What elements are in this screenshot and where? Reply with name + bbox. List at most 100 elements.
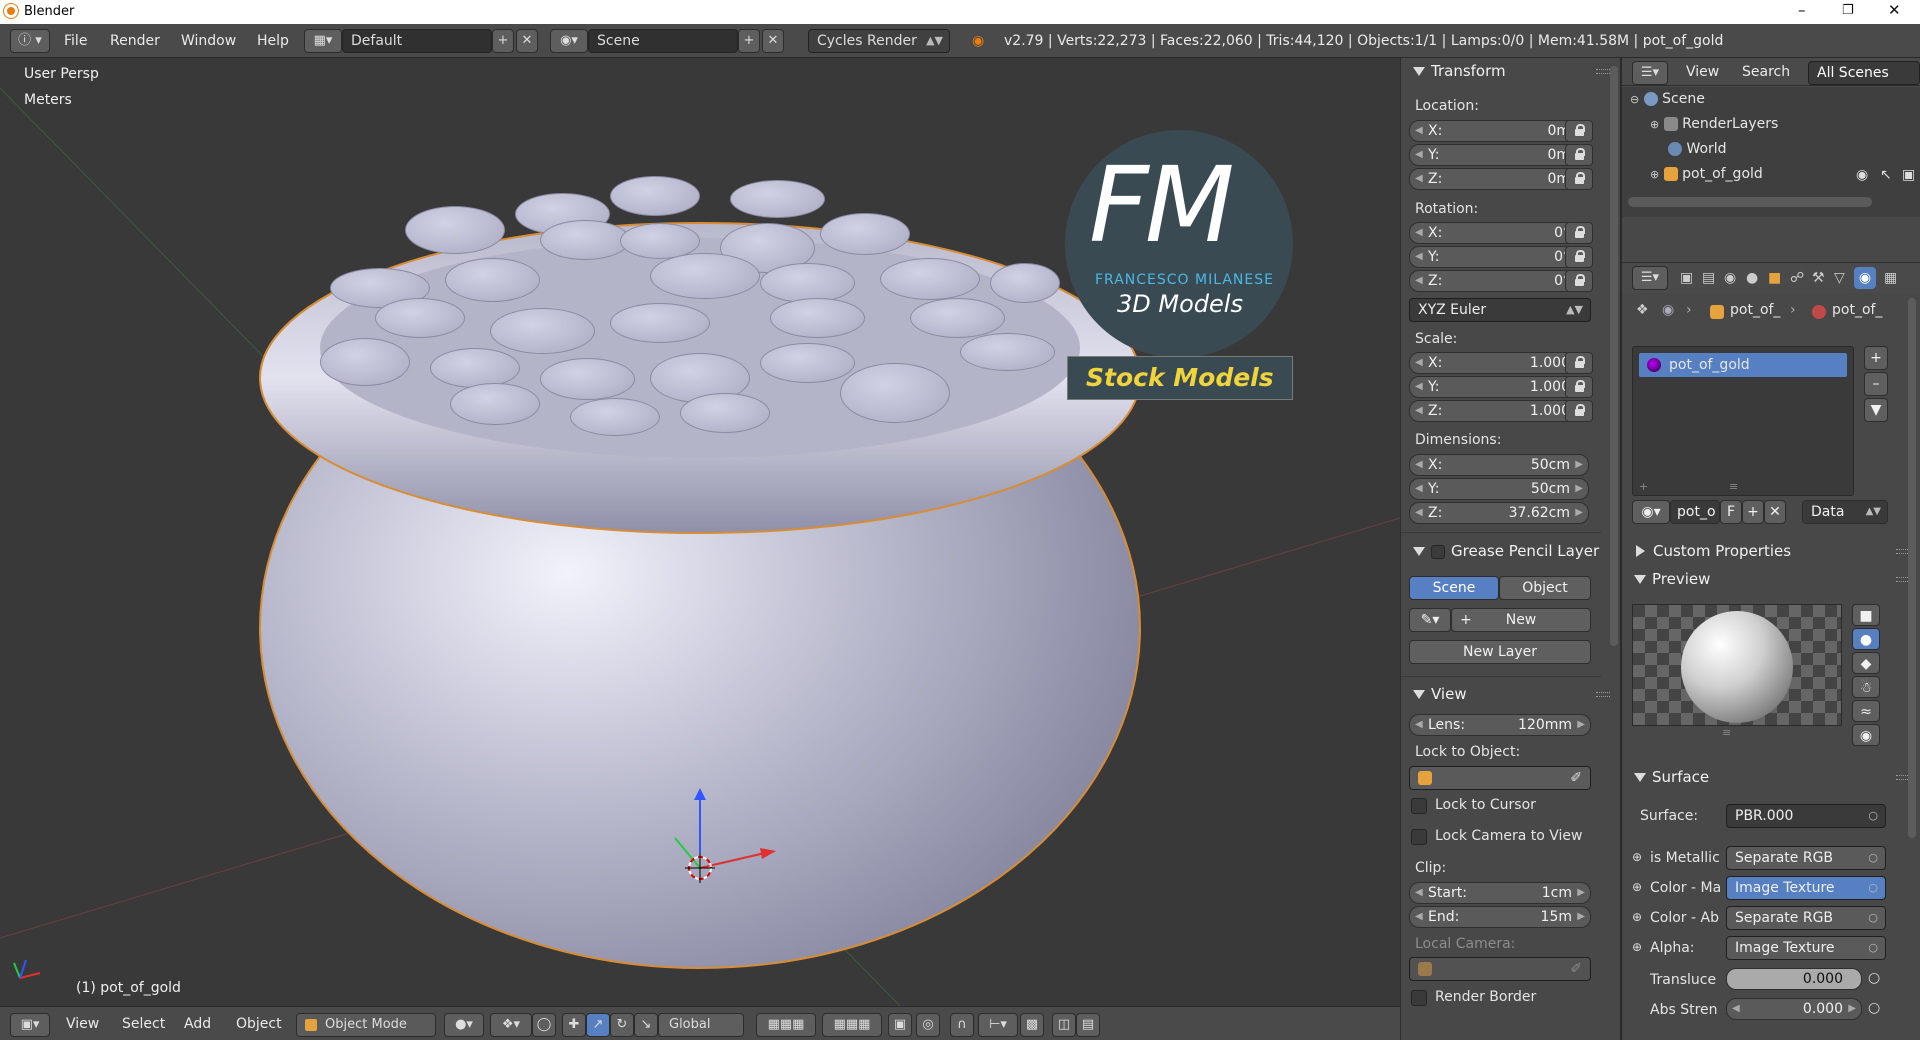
material-tab-icon[interactable]: ◉ <box>1854 267 1876 289</box>
screen-layout-icon[interactable]: ▦▾ <box>304 29 342 53</box>
input-link-dropdown[interactable]: Image Texture ○ <box>1726 936 1886 960</box>
add-slot-button[interactable]: + <box>1864 346 1888 370</box>
cursor-select-icon[interactable]: ↖ <box>1880 167 1892 183</box>
layers-grid-2[interactable]: ▦▦▦ <box>822 1013 882 1037</box>
preview-flat-button[interactable]: ■ <box>1852 604 1880 626</box>
custom-properties-header[interactable]: Custom Properties <box>1622 538 1920 564</box>
socket-expand-icon[interactable]: ⊕ <box>1632 850 1642 864</box>
properties-scrollbar[interactable] <box>1908 298 1916 838</box>
texture-tab-icon[interactable]: ▦ <box>1884 270 1897 286</box>
rotation-y-field[interactable]: ◀Y:0°▶ <box>1409 246 1589 268</box>
outliner-row-world[interactable]: World <box>1668 141 1727 157</box>
renderlayers-tab-icon[interactable]: ▤ <box>1702 270 1715 286</box>
crumb-material[interactable]: pot_of_ <box>1832 302 1882 318</box>
view-panel-header[interactable]: View <box>1401 681 1620 707</box>
data-tab-icon[interactable]: ▽ <box>1834 270 1845 286</box>
outliner-scrollbar[interactable] <box>1628 197 1872 207</box>
link-data-dropdown[interactable]: Data ▲▼ <box>1802 500 1888 524</box>
tab-object[interactable]: Object <box>1499 576 1591 600</box>
dimensions-x-field[interactable]: ◀ X: 50cm ▶ <box>1409 454 1589 476</box>
browse-material-button[interactable]: ◉▾ <box>1632 500 1670 524</box>
socket-expand-icon[interactable]: ⊕ <box>1632 910 1642 924</box>
preview-cube-button[interactable]: ◆ <box>1852 652 1880 674</box>
lock-object-field[interactable]: ✐ <box>1409 766 1591 790</box>
close-icon[interactable]: ✕ <box>1888 1 1901 19</box>
unlink-material-button[interactable]: ✕ <box>1764 500 1786 524</box>
socket-icon[interactable]: ○ <box>1868 970 1880 986</box>
add-small-icon[interactable]: + <box>1639 480 1648 493</box>
scale-z-field[interactable]: ◀Z:1.000▶ <box>1409 400 1589 422</box>
pencil-icon[interactable]: ✎▾ <box>1409 608 1451 632</box>
outliner-row-pot-of-gold[interactable]: ⊕ pot_of_gold <box>1650 166 1763 182</box>
new-material-button[interactable]: + <box>1742 500 1764 524</box>
scale-y-field[interactable]: ◀Y:1.000▶ <box>1409 376 1589 398</box>
new-gp-button[interactable]: + New <box>1451 608 1591 632</box>
manipulator-icon[interactable]: ✚ <box>562 1013 586 1037</box>
material-slot-item[interactable]: pot_of_gold <box>1639 353 1847 377</box>
orientation-dropdown[interactable]: Global <box>658 1013 744 1037</box>
clip-end-field[interactable]: ◀ End: 15m ▶ <box>1409 906 1591 928</box>
render-engine-dropdown[interactable]: Cycles Render ▲▼ <box>808 29 950 53</box>
snap-magnet-icon[interactable]: ∩ <box>950 1013 974 1037</box>
menu-help[interactable]: Help <box>257 30 289 52</box>
lock-icon[interactable] <box>1565 120 1593 142</box>
lock-icon[interactable] <box>1565 144 1593 166</box>
slot-specials-button[interactable]: ▼ <box>1864 398 1888 422</box>
dimensions-y-field[interactable]: ◀ Y: 50cm ▶ <box>1409 478 1589 500</box>
outliner-menu-view[interactable]: View <box>1686 61 1719 83</box>
abs-strength-field[interactable]: ◀ 0.000 ▶ <box>1726 998 1862 1020</box>
expand-plus-icon[interactable]: ⊕ <box>1650 118 1659 131</box>
world-tab-icon[interactable]: ● <box>1746 270 1758 286</box>
lock-icon[interactable] <box>1565 246 1593 268</box>
location-x-field[interactable]: ◀X:0m▶ <box>1409 120 1589 142</box>
translucency-slider[interactable]: 0.000 <box>1726 968 1862 990</box>
menu-render[interactable]: Render <box>110 30 160 52</box>
lock-to-cursor-checkbox[interactable] <box>1411 798 1427 814</box>
socket-icon[interactable]: ○ <box>1868 1000 1880 1016</box>
input-link-dropdown[interactable]: Image Texture ○ <box>1726 876 1886 900</box>
input-link-dropdown[interactable]: Separate RGB ○ <box>1726 846 1886 870</box>
rotate-icon[interactable]: ↻ <box>610 1013 634 1037</box>
outliner-row-scene[interactable]: ⊖ Scene <box>1630 91 1705 107</box>
modifiers-tab-icon[interactable]: ⚒ <box>1812 270 1825 286</box>
lock-layers-icon[interactable]: ▣ <box>888 1013 912 1037</box>
lock-icon[interactable] <box>1565 376 1593 398</box>
drag-grip-icon[interactable] <box>1596 692 1610 697</box>
input-link-dropdown[interactable]: Separate RGB ○ <box>1726 906 1886 930</box>
pivot-icon[interactable]: ❖▾ <box>490 1013 532 1037</box>
lock-icon[interactable] <box>1565 400 1593 422</box>
menu-add[interactable]: Add <box>184 1013 211 1035</box>
menu-window[interactable]: Window <box>181 30 236 52</box>
preview-header[interactable]: Preview <box>1622 566 1920 592</box>
lock-icon[interactable] <box>1565 222 1593 244</box>
lock-icon[interactable] <box>1565 168 1593 190</box>
preview-sphere-button[interactable]: ● <box>1852 628 1880 650</box>
3d-viewport[interactable]: User Persp Meters (1) pot_of_gold FM FRA… <box>0 58 1400 1006</box>
location-z-field[interactable]: ◀Z:0m▶ <box>1409 168 1589 190</box>
render-border-checkbox[interactable] <box>1411 990 1427 1006</box>
expand-plus-icon[interactable]: ⊕ <box>1650 168 1659 181</box>
resize-grip-icon[interactable]: ≡ <box>1729 480 1738 493</box>
menu-view[interactable]: View <box>66 1013 99 1035</box>
crumb-object[interactable]: pot_of_ <box>1730 302 1780 318</box>
menu-select[interactable]: Select <box>122 1013 165 1035</box>
editor-type-3d-icon[interactable]: ▣▾ <box>10 1013 50 1037</box>
panel-scrollbar[interactable] <box>1610 66 1618 646</box>
tab-scene[interactable]: Scene <box>1409 576 1499 600</box>
editor-type-properties-icon[interactable]: ☰▾ <box>1632 266 1668 290</box>
restore-icon[interactable]: ❐ <box>1842 3 1854 18</box>
layers-grid-1[interactable]: ▦▦▦ <box>756 1013 816 1037</box>
scene-tab-icon[interactable]: ◉ <box>1724 270 1736 286</box>
scene-icon[interactable]: ◉▾ <box>550 29 588 53</box>
mode-dropdown[interactable]: Object Mode <box>296 1013 436 1037</box>
rotation-z-field[interactable]: ◀Z:0°▶ <box>1409 270 1589 292</box>
clip-start-field[interactable]: ◀ Start: 1cm ▶ <box>1409 882 1591 904</box>
object-tab-icon[interactable]: ■ <box>1768 270 1781 286</box>
lock-camera-checkbox[interactable] <box>1411 829 1427 845</box>
scene-field[interactable]: Scene <box>588 29 738 53</box>
material-slot-list[interactable]: pot_of_gold + ≡ <box>1632 346 1854 496</box>
grease-pencil-checkbox[interactable] <box>1431 544 1445 559</box>
surface-shader-dropdown[interactable]: PBR.000 ○ <box>1726 804 1886 828</box>
preview-monkey-button[interactable]: ☃ <box>1852 676 1880 698</box>
lens-field[interactable]: ◀ Lens: 120mm ▶ <box>1409 714 1591 736</box>
